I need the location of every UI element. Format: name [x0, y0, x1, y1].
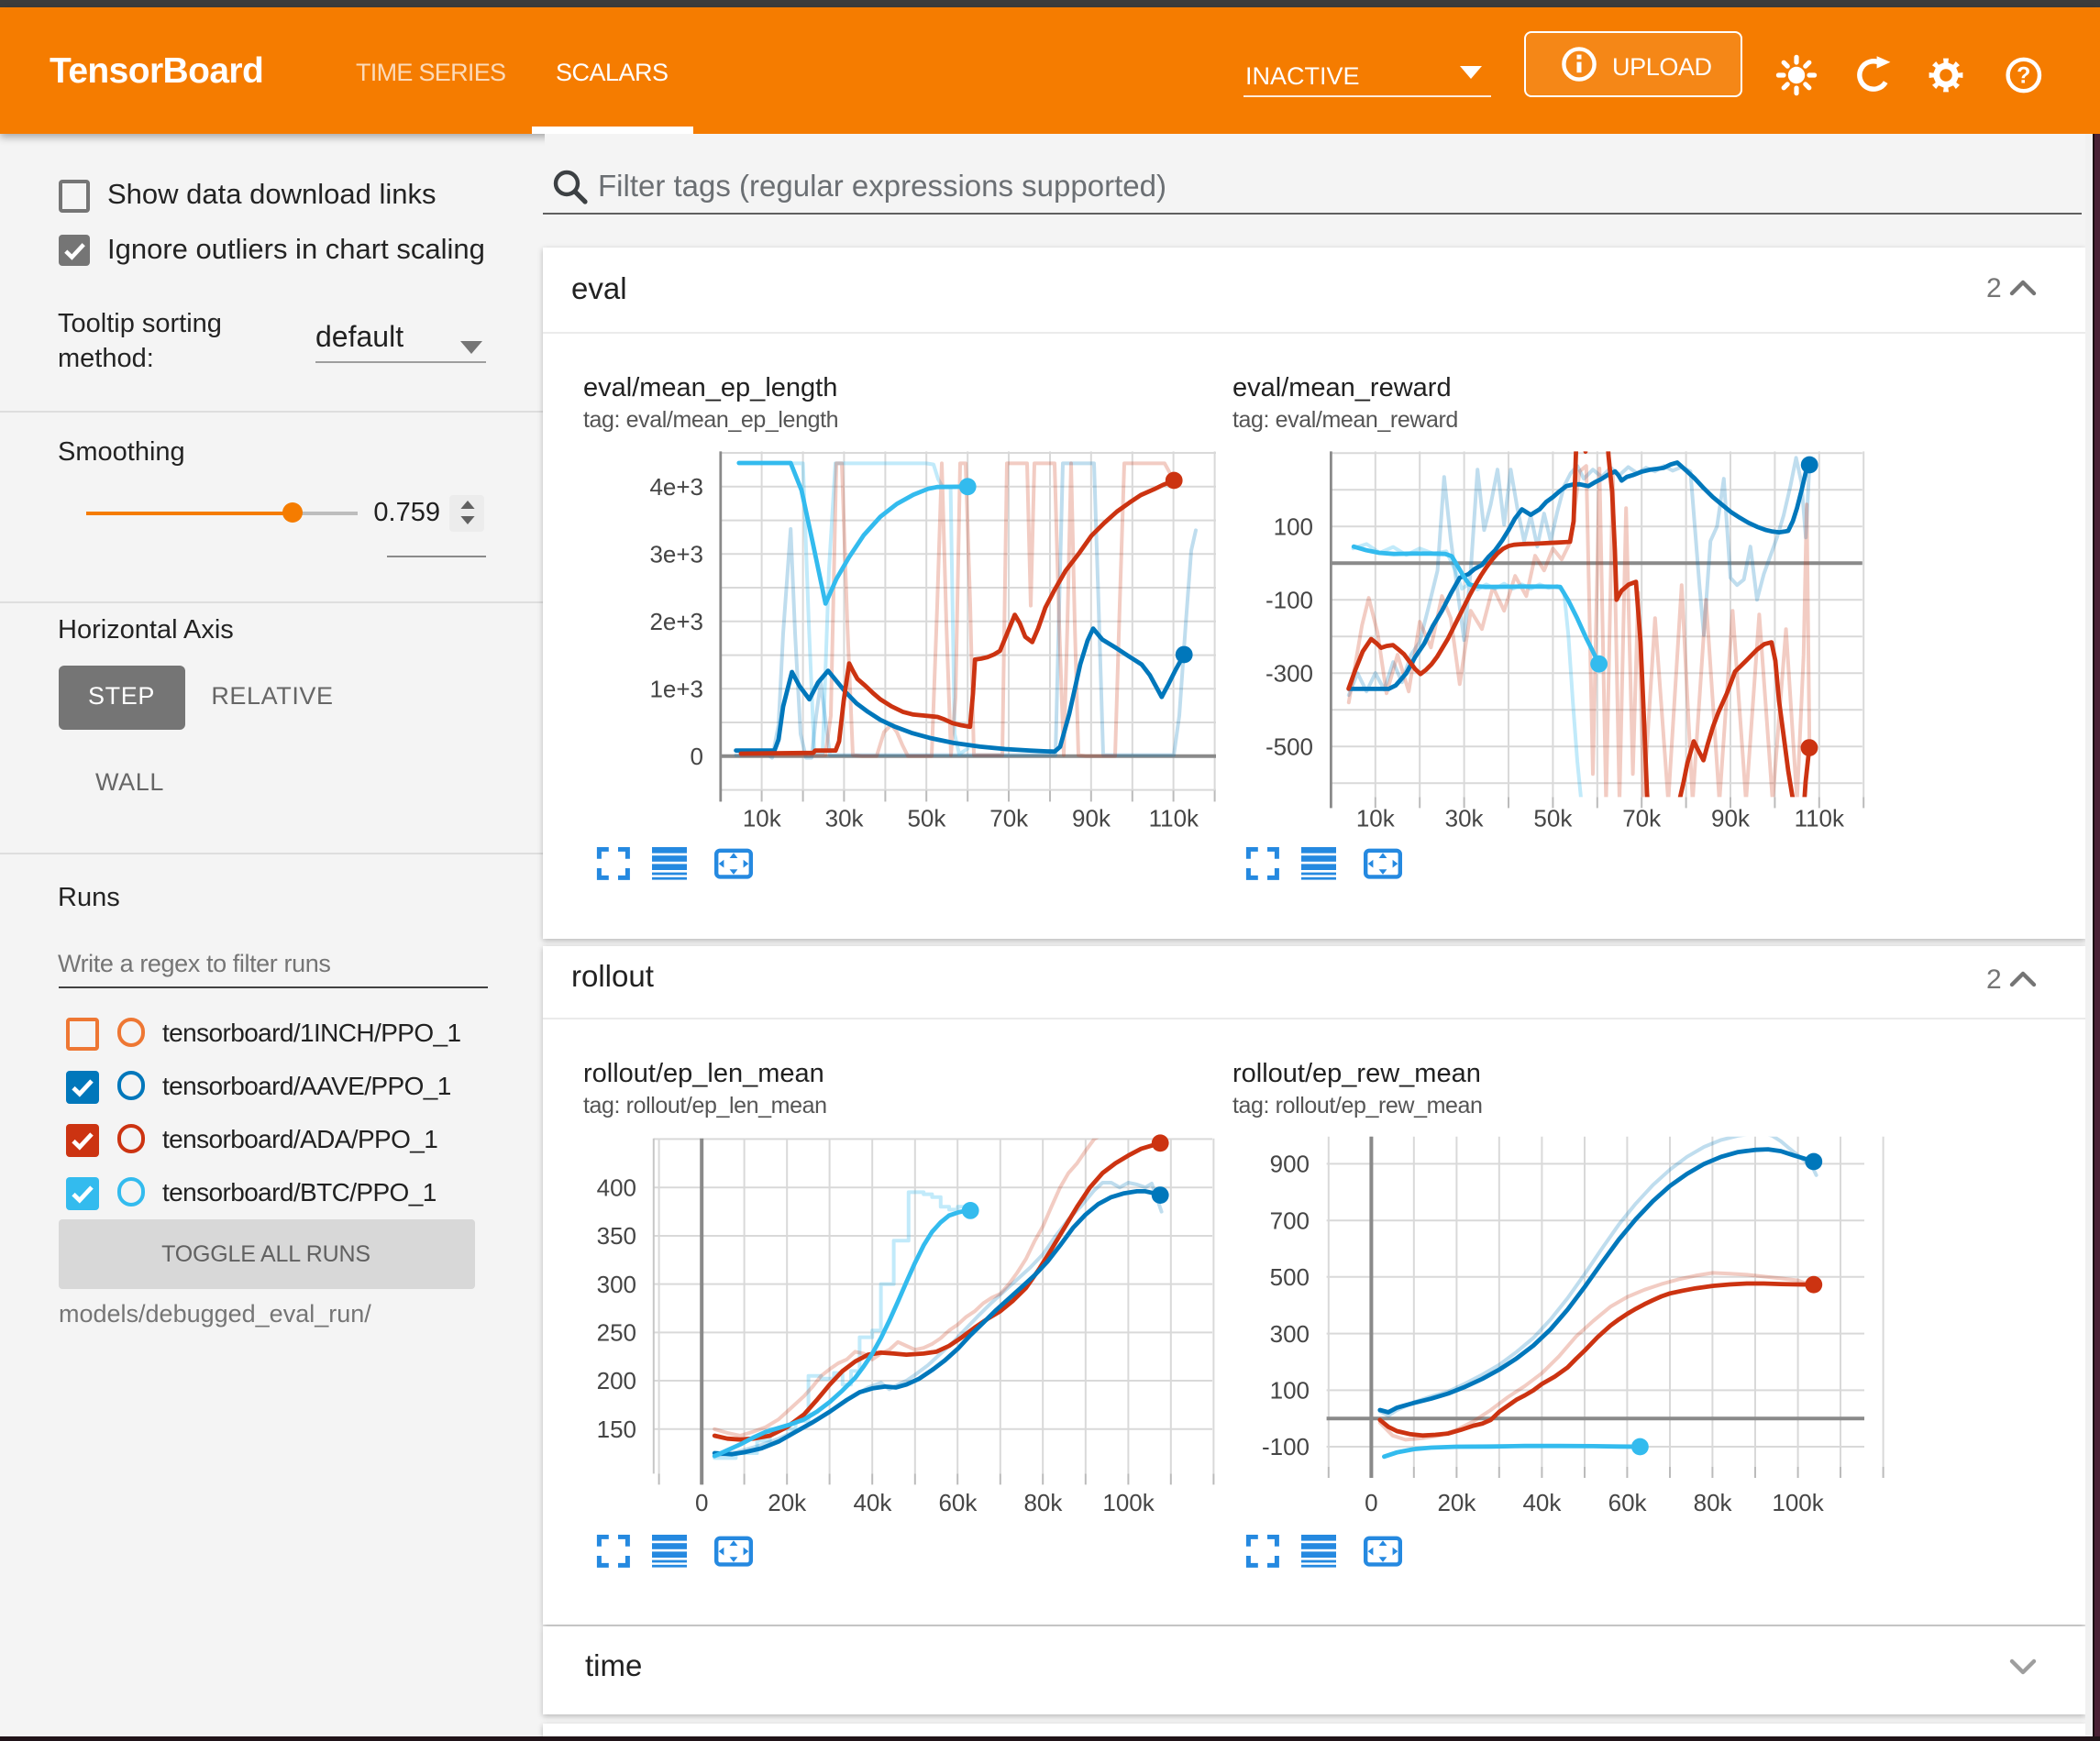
svg-text:70k: 70k [989, 804, 1029, 832]
svg-text:100: 100 [1270, 1377, 1310, 1405]
svg-text:4e+3: 4e+3 [649, 472, 703, 500]
svg-text:2e+3: 2e+3 [649, 607, 703, 634]
svg-text:90k: 90k [1711, 804, 1751, 832]
svg-text:50k: 50k [1533, 804, 1573, 832]
svg-text:250: 250 [597, 1319, 636, 1347]
svg-text:80k: 80k [1694, 1489, 1733, 1516]
svg-text:350: 350 [597, 1222, 636, 1250]
svg-text:40k: 40k [853, 1489, 892, 1516]
svg-text:-500: -500 [1266, 733, 1313, 760]
svg-text:150: 150 [597, 1416, 636, 1443]
svg-text:900: 900 [1270, 1151, 1310, 1178]
svg-text:-100: -100 [1266, 586, 1313, 613]
svg-text:0: 0 [691, 742, 703, 769]
svg-text:300: 300 [597, 1271, 636, 1298]
svg-text:0: 0 [1365, 1489, 1377, 1516]
svg-text:40k: 40k [1522, 1489, 1562, 1516]
svg-text:90k: 90k [1072, 804, 1111, 832]
svg-text:100k: 100k [1102, 1489, 1155, 1516]
svg-text:30k: 30k [825, 804, 865, 832]
svg-text:10k: 10k [1356, 804, 1396, 832]
svg-text:500: 500 [1270, 1263, 1310, 1291]
svg-text:3e+3: 3e+3 [649, 540, 703, 567]
svg-text:20k: 20k [1437, 1489, 1476, 1516]
svg-text:?: ? [2017, 63, 2030, 89]
svg-text:10k: 10k [743, 804, 782, 832]
svg-text:60k: 60k [938, 1489, 978, 1516]
svg-text:110k: 110k [1149, 804, 1199, 832]
svg-text:80k: 80k [1023, 1489, 1063, 1516]
svg-text:700: 700 [1270, 1207, 1310, 1234]
svg-text:1e+3: 1e+3 [649, 675, 703, 702]
svg-text:70k: 70k [1622, 804, 1662, 832]
svg-text:110k: 110k [1795, 804, 1845, 832]
svg-text:-300: -300 [1266, 659, 1313, 687]
svg-text:100k: 100k [1772, 1489, 1824, 1516]
svg-text:50k: 50k [907, 804, 946, 832]
svg-text:100: 100 [1274, 512, 1313, 540]
svg-text:400: 400 [597, 1174, 636, 1201]
svg-text:300: 300 [1270, 1320, 1310, 1348]
svg-text:30k: 30k [1445, 804, 1485, 832]
svg-text:200: 200 [597, 1367, 636, 1394]
svg-text:60k: 60k [1608, 1489, 1648, 1516]
svg-text:-100: -100 [1262, 1433, 1310, 1460]
svg-text:20k: 20k [768, 1489, 807, 1516]
svg-text:0: 0 [695, 1489, 708, 1516]
